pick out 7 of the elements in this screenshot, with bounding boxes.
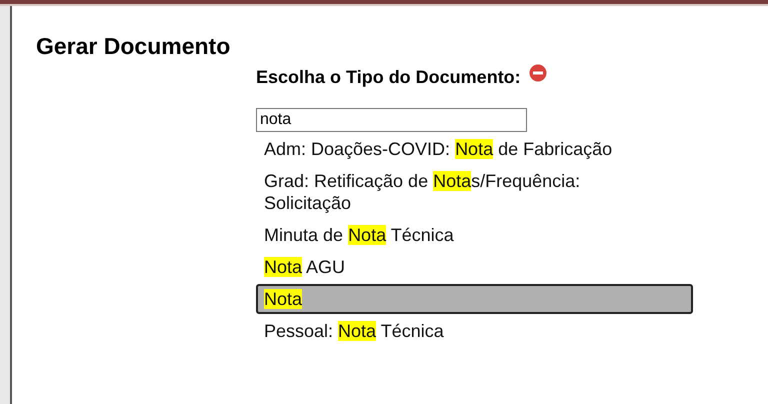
section-heading: Escolha o Tipo do Documento: xyxy=(256,66,521,88)
page-title: Gerar Documento xyxy=(36,32,232,60)
list-item[interactable]: Nota xyxy=(256,284,693,314)
list-item[interactable]: Nota AGU xyxy=(256,252,693,282)
remove-icon[interactable] xyxy=(528,64,547,82)
search-field[interactable]: nota xyxy=(256,108,527,132)
list-item[interactable]: Pessoal: Nota Técnica xyxy=(256,316,693,346)
